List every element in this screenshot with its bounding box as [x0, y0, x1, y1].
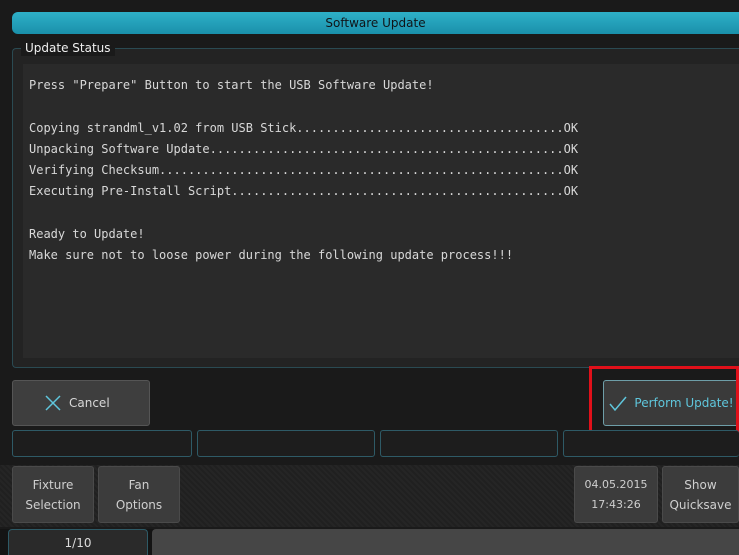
update-status-group: Update Status Press "Prepare" Button to …: [12, 40, 739, 368]
fixture-selection-button[interactable]: Fixture Selection: [12, 466, 94, 523]
show-label-1: Show: [684, 477, 717, 492]
empty-slot-2[interactable]: [197, 430, 375, 457]
log-line: Unpacking Software Update...............…: [29, 141, 579, 156]
empty-slot-1[interactable]: [12, 430, 192, 457]
fixture-label-1: Fixture: [32, 477, 74, 492]
group-label: Update Status: [21, 40, 115, 56]
close-icon: [45, 395, 61, 411]
empty-slot-4[interactable]: [563, 430, 739, 457]
log-line: Press "Prepare" Button to start the USB …: [29, 78, 434, 92]
log-line: Verifying Checksum......................…: [29, 163, 579, 178]
highlight-box: [589, 366, 739, 437]
time-text: 17:43:26: [591, 497, 641, 511]
cancel-button[interactable]: Cancel: [12, 380, 150, 426]
date-text: 04.05.2015: [584, 477, 648, 491]
window-title: Software Update: [12, 12, 739, 34]
date-time-display: 04.05.2015 17:43:26: [574, 466, 658, 523]
fan-label-2: Options: [115, 497, 163, 512]
page-indicator[interactable]: 1/10: [8, 529, 148, 555]
update-log: Press "Prepare" Button to start the USB …: [23, 64, 739, 358]
cancel-label: Cancel: [69, 396, 110, 410]
log-line: Executing Pre-Install Script............…: [29, 184, 579, 199]
show-label-2: Quicksave: [669, 497, 732, 512]
log-line: Ready to Update!: [29, 227, 145, 242]
fixture-label-2: Selection: [25, 497, 81, 512]
empty-slot-3[interactable]: [380, 430, 558, 457]
fan-options-button[interactable]: Fan Options: [98, 466, 180, 523]
page-fill: [152, 529, 739, 555]
log-line: Copying strandml_v1.02 from USB Stick...…: [29, 120, 579, 135]
show-quicksave-button[interactable]: Show Quicksave: [662, 466, 739, 523]
log-line: Make sure not to loose power during the …: [29, 248, 514, 263]
fan-label-1: Fan: [128, 477, 150, 492]
